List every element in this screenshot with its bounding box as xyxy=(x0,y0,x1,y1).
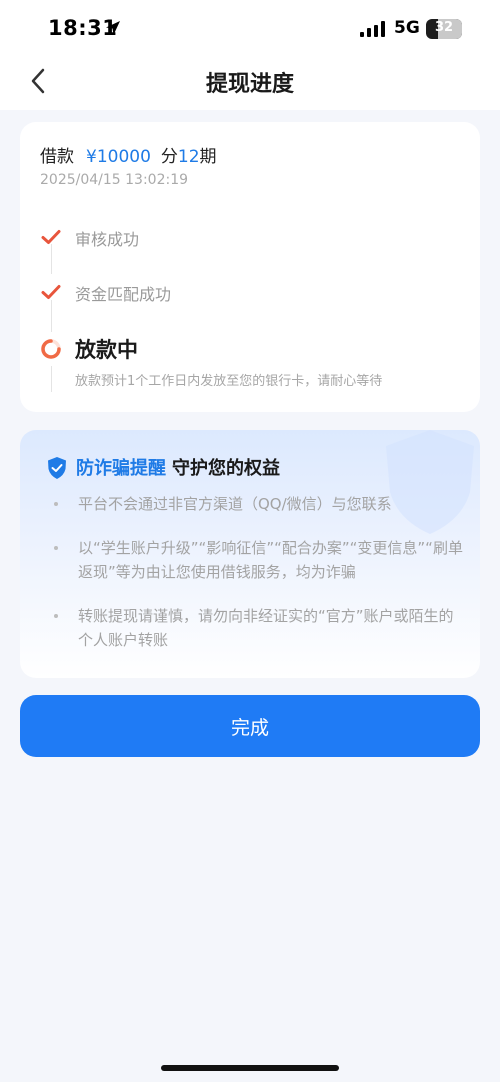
notice-title: 防诈骗提醒 守护您的权益 xyxy=(46,454,280,480)
progress-card: 借款 ¥10000 分12期 2025/04/15 13:02:19 审核成功 资金… xyxy=(20,122,480,412)
step-description: 放款预计1个工作日内发放至您的银行卡，请耐心等待 xyxy=(75,374,383,389)
progress-steps: 审核成功 资金匹配成功 放款中 放款预计1个工作日内发放至您的银行卡，请耐心等待 xyxy=(20,218,480,398)
check-icon xyxy=(41,285,61,299)
top-bar: 18:31 5G 32 提现进度 xyxy=(0,0,500,110)
page-title: 提现进度 xyxy=(205,72,294,97)
notice-item-text: 转账提现请谨慎，请勿向非经证实的“官方”账户或陌生的个人账户转账 xyxy=(78,607,454,649)
step-label-current: 放款中 xyxy=(75,338,138,362)
step-label: 资金匹配成功 xyxy=(75,285,172,304)
bullet-icon xyxy=(54,614,58,618)
loan-amount: ¥10000 xyxy=(86,147,151,167)
step-connector xyxy=(51,244,52,274)
battery-icon: 32 xyxy=(426,19,462,39)
progress-ring-icon xyxy=(41,339,61,359)
period-count: 12 xyxy=(177,147,200,167)
notice-title-rest: 守护您的权益 xyxy=(172,458,280,479)
loan-summary: 借款 ¥10000 分12期 xyxy=(40,142,217,167)
home-indicator[interactable] xyxy=(161,1065,339,1071)
bullet-icon xyxy=(54,546,58,550)
battery-level: 32 xyxy=(434,20,454,35)
period-suffix: 期 xyxy=(199,147,217,167)
step-label: 审核成功 xyxy=(75,230,140,249)
notice-item: 平台不会通过非官方渠道（QQ/微信）与您联系 xyxy=(54,492,464,516)
step-connector xyxy=(51,366,52,392)
notice-item: 以“学生账户升级”“影响征信”“配合办案”“变更信息”“刷单返现”等为由让您使用… xyxy=(54,536,464,584)
location-arrow-icon xyxy=(106,21,120,35)
notice-item-text: 平台不会通过非官方渠道（QQ/微信）与您联系 xyxy=(78,495,392,513)
network-type: 5G xyxy=(394,18,420,38)
notice-list: 平台不会通过非官方渠道（QQ/微信）与您联系 以“学生账户升级”“影响征信”“配… xyxy=(54,492,464,672)
loan-datetime: 2025/04/15 13:02:19 xyxy=(40,172,189,188)
loan-label: 借款 xyxy=(40,147,74,167)
notice-item-text: 以“学生账户升级”“影响征信”“配合办案”“变更信息”“刷单返现”等为由让您使用… xyxy=(78,539,463,581)
signal-icon xyxy=(360,21,385,37)
status-bar: 18:31 5G 32 xyxy=(0,0,500,58)
step-connector xyxy=(51,300,52,332)
notice-item: 转账提现请谨慎，请勿向非经证实的“官方”账户或陌生的个人账户转账 xyxy=(54,604,464,652)
period-prefix: 分 xyxy=(160,147,178,167)
bullet-icon xyxy=(54,502,58,506)
nav-bar: 提现进度 xyxy=(0,58,500,104)
anti-fraud-notice: 防诈骗提醒 守护您的权益 平台不会通过非官方渠道（QQ/微信）与您联系 以“学生账… xyxy=(20,430,480,678)
check-icon xyxy=(41,230,61,244)
notice-title-highlight: 防诈骗提醒 xyxy=(76,458,166,479)
done-button[interactable]: 完成 xyxy=(20,695,480,757)
